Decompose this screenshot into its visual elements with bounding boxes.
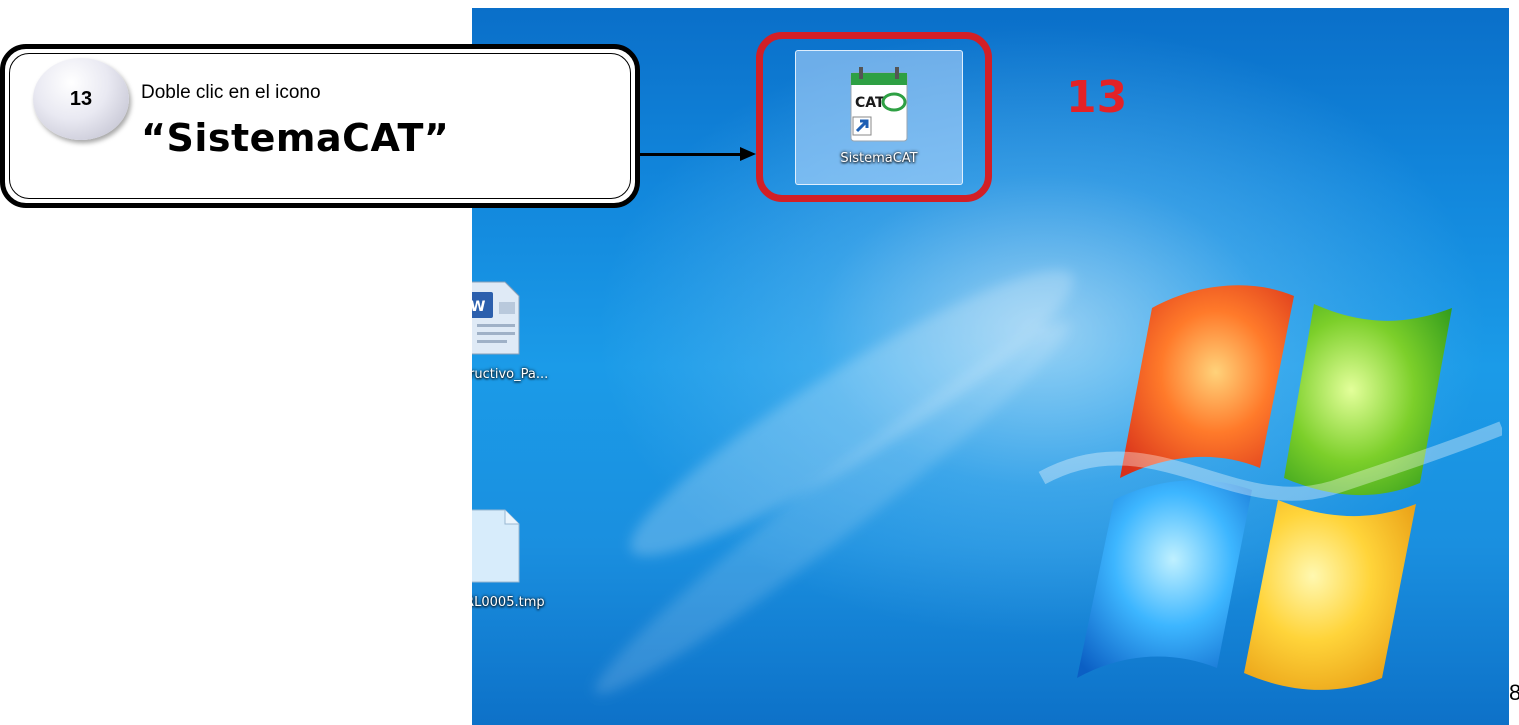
windows-logo-icon [1038, 285, 1502, 690]
word-temp-icon-label: ~$structivo_Pa... [472, 367, 549, 382]
arrow-head-icon [740, 147, 756, 161]
light-streak [607, 237, 1097, 589]
tmp-file-desktop-icon[interactable]: ~WRL0005.tmp [472, 506, 548, 610]
highlight-frame [756, 32, 992, 202]
instruction-text: Doble clic en el icono [141, 82, 321, 103]
word-document-icon: W [472, 281, 520, 355]
tutorial-page: CAT SistemaCAT 13 W ~$structivo_Pa... [0, 0, 1519, 725]
step-badge: 13 [33, 58, 129, 140]
word-temp-desktop-icon[interactable]: W ~$structivo_Pa... [472, 278, 548, 382]
pointer-arrow-line [640, 153, 742, 156]
step-badge-number: 13 [69, 88, 93, 110]
tmp-file-icon-label: ~WRL0005.tmp [472, 595, 545, 610]
instruction-target: “SistemaCAT” [141, 116, 450, 160]
step-marker-red: 13 [1066, 72, 1128, 123]
page-number: 8 [1509, 680, 1519, 705]
blank-file-icon [472, 509, 520, 583]
svg-text:W: W [472, 299, 485, 315]
